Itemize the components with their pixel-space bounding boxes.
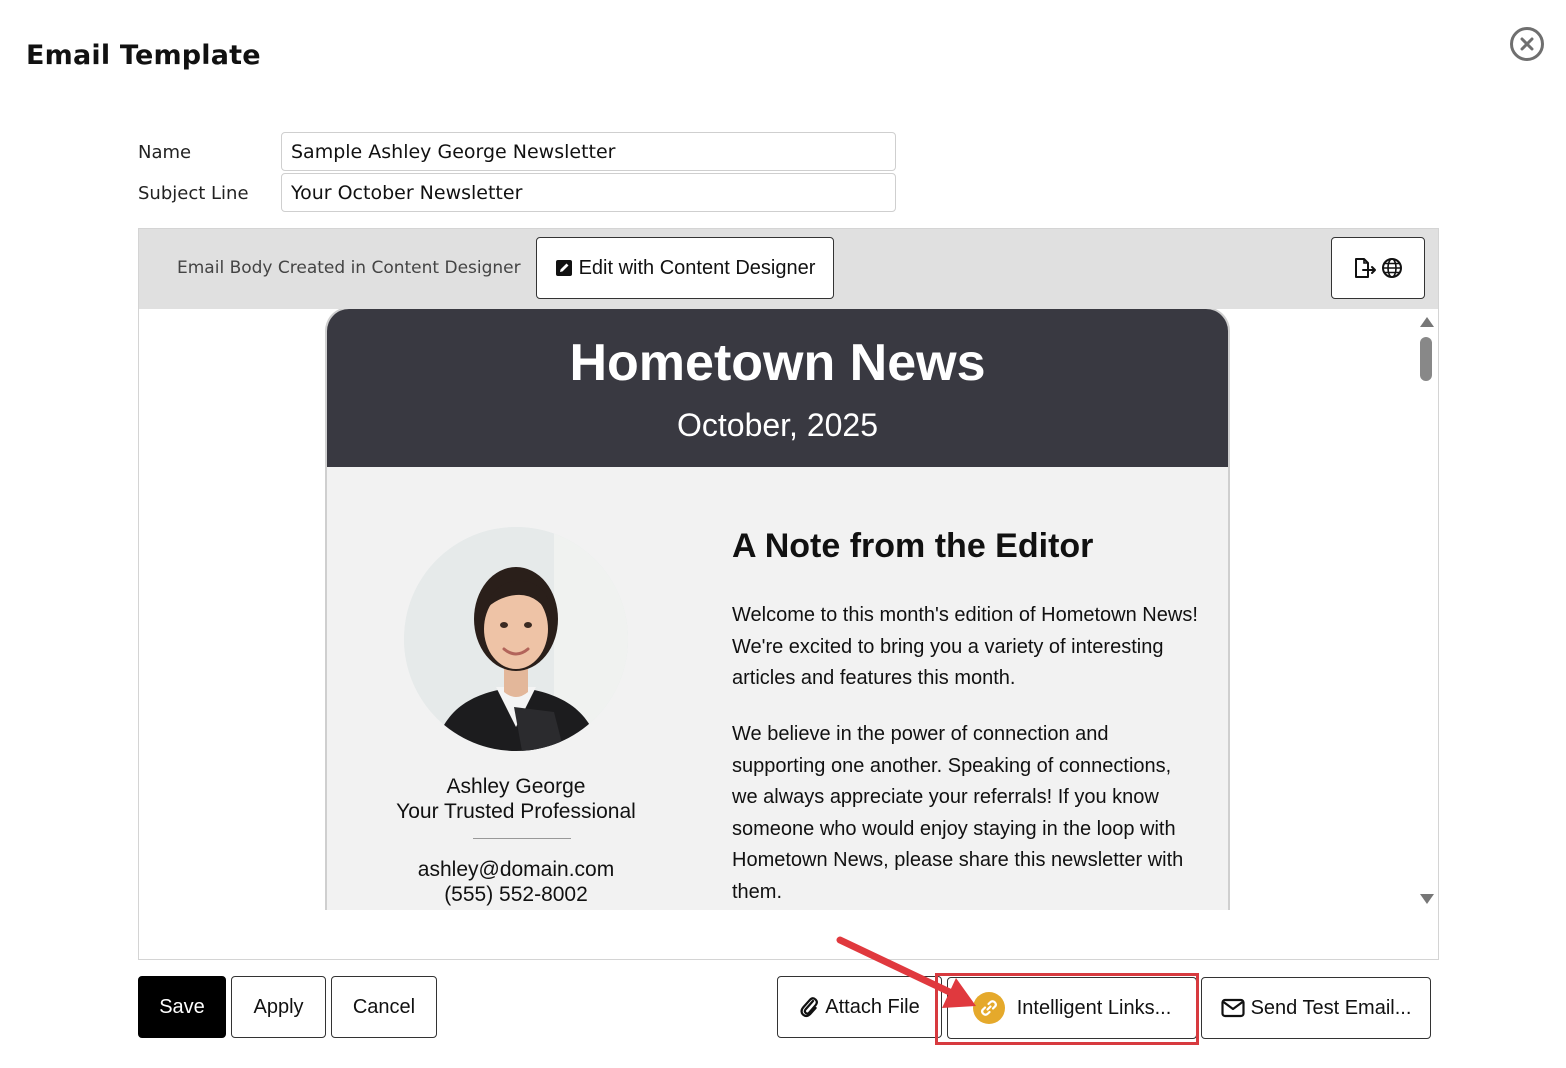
email-body-editor: Email Body Created in Content Designer E… bbox=[138, 228, 1439, 960]
attach-file-button[interactable]: Attach File bbox=[777, 976, 942, 1038]
send-test-email-button[interactable]: Send Test Email... bbox=[1201, 977, 1431, 1039]
name-label: Name bbox=[138, 142, 192, 163]
person-role: Your Trusted Professional bbox=[396, 800, 636, 823]
intelligent-links-button[interactable]: Intelligent Links... bbox=[947, 977, 1197, 1039]
envelope-icon bbox=[1220, 998, 1245, 1018]
link-icon bbox=[972, 992, 1005, 1024]
intelligent-links-label: Intelligent Links... bbox=[1016, 996, 1172, 1019]
avatar bbox=[404, 527, 628, 751]
person-email: ashley@domain.com bbox=[417, 858, 615, 881]
editor-toolbar: Email Body Created in Content Designer E… bbox=[139, 229, 1438, 309]
person-name: Ashley George bbox=[446, 775, 586, 798]
editor-footer bbox=[139, 910, 1438, 959]
newsletter-date: October, 2025 bbox=[676, 407, 879, 443]
scroll-down-arrow[interactable] bbox=[1420, 894, 1434, 904]
close-button[interactable] bbox=[1510, 27, 1544, 61]
newsletter-header: Hometown News October, 2025 bbox=[327, 309, 1228, 467]
globe-icon bbox=[1382, 258, 1402, 278]
name-input[interactable] bbox=[281, 132, 896, 171]
edit-button-label: Edit with Content Designer bbox=[578, 256, 816, 279]
email-preview[interactable]: Hometown News October, 2025 Ashley Georg… bbox=[139, 309, 1438, 911]
edit-with-content-designer-button[interactable]: Edit with Content Designer bbox=[536, 237, 834, 299]
export-to-web-button[interactable] bbox=[1331, 237, 1425, 299]
send-test-email-label: Send Test Email... bbox=[1250, 996, 1412, 1019]
newsletter-content: Hometown News October, 2025 Ashley Georg… bbox=[327, 309, 1228, 910]
person-phone: (555) 552-8002 bbox=[444, 883, 588, 906]
apply-button[interactable]: Apply bbox=[231, 976, 326, 1038]
cancel-button[interactable]: Cancel bbox=[331, 976, 437, 1038]
edit-icon bbox=[555, 260, 572, 276]
scrollbar-thumb[interactable] bbox=[1420, 337, 1432, 381]
newsletter-title: Hometown News bbox=[569, 334, 986, 392]
profile-photo bbox=[404, 527, 628, 751]
editor-toolbar-label: Email Body Created in Content Designer bbox=[177, 258, 521, 278]
scroll-up-arrow[interactable] bbox=[1420, 317, 1434, 327]
subject-line-input[interactable] bbox=[281, 173, 896, 212]
attach-file-label: Attach File bbox=[825, 995, 920, 1018]
dialog-title: Email Template bbox=[26, 40, 261, 71]
editor-note-paragraph: We believe in the power of connection an… bbox=[732, 723, 1184, 903]
subject-line-label: Subject Line bbox=[138, 183, 249, 204]
export-file-icon bbox=[1355, 258, 1376, 278]
save-button[interactable]: Save bbox=[138, 976, 226, 1038]
close-icon bbox=[1520, 37, 1534, 51]
editor-note-heading: A Note from the Editor bbox=[732, 527, 1094, 565]
editor-note-paragraph: Welcome to this month's edition of Homet… bbox=[732, 604, 1198, 689]
contact-divider bbox=[473, 838, 571, 839]
paperclip-icon bbox=[800, 997, 819, 1018]
